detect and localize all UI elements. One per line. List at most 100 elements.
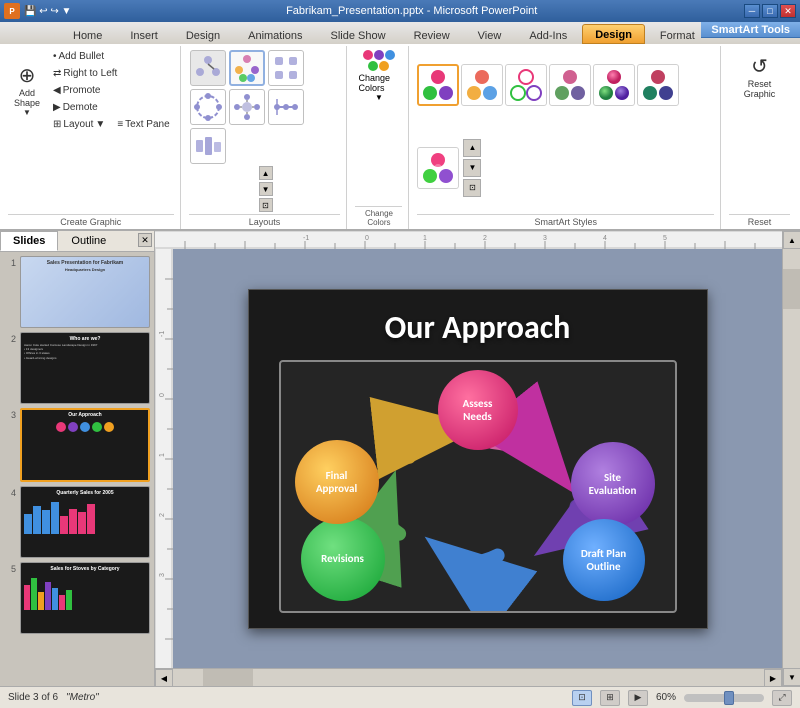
slides-tab[interactable]: Slides xyxy=(0,231,58,251)
outline-tab[interactable]: Outline xyxy=(58,231,119,251)
tab-insert[interactable]: Insert xyxy=(117,24,171,44)
layouts-content: ▲ ▼ ⊡ xyxy=(189,48,341,212)
node-final-approval[interactable]: FinalApproval xyxy=(295,440,379,524)
style-item-1[interactable] xyxy=(417,64,459,106)
node-revisions[interactable]: Revisions xyxy=(301,517,385,601)
scroll-down-button[interactable]: ▼ xyxy=(783,668,800,686)
normal-view-button[interactable]: ⊡ xyxy=(572,690,592,706)
smartart-styles-content: ▲ ▼ ⊡ xyxy=(417,48,713,212)
slides-list[interactable]: 1 Sales Presentation for Fabrikam Headqu… xyxy=(0,252,154,686)
slide-thumb-4[interactable]: Quarterly Sales for 2005 xyxy=(20,486,150,558)
layout-icon-1[interactable] xyxy=(190,50,226,86)
layout-button[interactable]: ⊞ Layout ▼ xyxy=(48,116,110,132)
style-item-3[interactable] xyxy=(505,64,547,106)
fit-slide-button[interactable]: ⤢ xyxy=(772,690,792,706)
tab-design-smartart[interactable]: Design xyxy=(582,24,645,44)
change-colors-label: ChangeColors xyxy=(355,206,402,227)
scroll-thumb-v[interactable] xyxy=(783,269,800,309)
zoom-slider[interactable] xyxy=(684,694,764,702)
layouts-label: Layouts xyxy=(189,214,341,227)
promote-button[interactable]: ◀ Promote xyxy=(48,82,175,98)
smartart-styles-label: SmartArt Styles xyxy=(417,214,713,227)
slides-panel: Slides Outline ✕ 1 Sales Presentation fo… xyxy=(0,231,155,686)
slide-canvas[interactable]: Our Approach xyxy=(248,289,708,629)
layout-icon-7[interactable] xyxy=(190,128,226,164)
change-colors-group: Change Colors ▼ ChangeColors xyxy=(351,46,409,229)
panel-close-button[interactable]: ✕ xyxy=(138,233,152,247)
smartart-styles-group: ▲ ▼ ⊡ SmartArt Styles xyxy=(413,46,720,229)
svg-text:-1: -1 xyxy=(303,235,309,242)
change-colors-button[interactable]: Change Colors ▼ xyxy=(355,48,402,104)
styles-scroll-down[interactable]: ▼ xyxy=(463,159,481,177)
slide-number-4: 4 xyxy=(4,488,16,498)
styles-expand[interactable]: ⊡ xyxy=(463,179,481,197)
tab-slideshow[interactable]: Slide Show xyxy=(318,24,399,44)
tab-home[interactable]: Home xyxy=(60,24,115,44)
slide-item-2[interactable]: 2 Who are we? Aaron Cole started Contoso… xyxy=(4,332,150,404)
demote-button[interactable]: ▶ Demote xyxy=(48,99,175,115)
scroll-thumb-h[interactable] xyxy=(203,669,253,686)
scroll-left-button[interactable]: ◀ xyxy=(155,669,173,686)
maximize-button[interactable]: □ xyxy=(762,4,778,18)
slideshow-button[interactable]: ▶ xyxy=(628,690,648,706)
tab-format[interactable]: Format xyxy=(647,24,708,44)
slide-item-4[interactable]: 4 Quarterly Sales for 2005 xyxy=(4,486,150,558)
slide-item-5[interactable]: 5 Sales for Stoves by Category xyxy=(4,562,150,634)
slide-number-1: 1 xyxy=(4,258,16,268)
svg-text:1: 1 xyxy=(159,453,166,457)
slide-thumb-5[interactable]: Sales for Stoves by Category xyxy=(20,562,150,634)
layout-icon-6[interactable] xyxy=(268,89,304,125)
tab-animations[interactable]: Animations xyxy=(235,24,315,44)
layout-icon-3[interactable] xyxy=(268,50,304,86)
style-item-6[interactable] xyxy=(637,64,679,106)
horizontal-scrollbar[interactable]: ◀ ▶ xyxy=(155,668,782,686)
node-draft-plan[interactable]: Draft PlanOutline xyxy=(563,519,645,601)
slide-sorter-button[interactable]: ⊞ xyxy=(600,690,620,706)
scroll-up-button[interactable]: ▲ xyxy=(783,231,800,249)
style-item-4[interactable] xyxy=(549,64,591,106)
reset-graphic-button[interactable]: ↺ Reset Graphic xyxy=(729,48,790,104)
style-item-7[interactable] xyxy=(417,147,459,189)
svg-text:0: 0 xyxy=(159,393,166,397)
slide-thumb-3[interactable]: Our Approach xyxy=(20,408,150,482)
canvas-area[interactable]: -1 0 1 2 3 4 5 xyxy=(155,231,800,686)
vertical-scrollbar[interactable]: ▲ ▼ xyxy=(782,231,800,686)
node-site-evaluation[interactable]: SiteEvaluation xyxy=(571,442,655,526)
style-item-5[interactable] xyxy=(593,64,635,106)
text-pane-button[interactable]: ≡ Text Pane xyxy=(112,116,174,132)
tab-view[interactable]: View xyxy=(465,24,515,44)
layouts-scroll-down[interactable]: ▼ xyxy=(259,182,273,196)
reset-group: ↺ Reset Graphic Reset xyxy=(725,46,796,229)
right-to-left-button[interactable]: ⇄ Right to Left xyxy=(48,65,175,81)
tab-design-pres[interactable]: Design xyxy=(173,24,233,44)
slide-number-2: 2 xyxy=(4,334,16,344)
main-area: Slides Outline ✕ 1 Sales Presentation fo… xyxy=(0,231,800,686)
zoom-thumb[interactable] xyxy=(724,691,734,705)
add-shape-button[interactable]: ⊕ Add Shape ▼ xyxy=(8,66,46,114)
layout-icon-4[interactable] xyxy=(190,89,226,125)
slide-item-1[interactable]: 1 Sales Presentation for Fabrikam Headqu… xyxy=(4,256,150,328)
layouts-expand[interactable]: ⊡ xyxy=(259,198,273,212)
window-controls[interactable]: ─ □ ✕ xyxy=(744,4,796,18)
style-item-2[interactable] xyxy=(461,64,503,106)
minimize-button[interactable]: ─ xyxy=(744,4,760,18)
scroll-right-button[interactable]: ▶ xyxy=(764,669,782,686)
slide-thumb-1[interactable]: Sales Presentation for Fabrikam Headquar… xyxy=(20,256,150,328)
smartart-container[interactable]: AssessNeeds SiteEvaluation Draft PlanOut… xyxy=(279,360,677,613)
layout-icon-5[interactable] xyxy=(229,89,265,125)
node-assess-needs[interactable]: AssessNeeds xyxy=(438,370,518,450)
slide-item-3[interactable]: 3 Our Approach xyxy=(4,408,150,482)
tab-addins[interactable]: Add-Ins xyxy=(516,24,580,44)
styles-scroll-up[interactable]: ▲ xyxy=(463,139,481,157)
slide-thumb-2[interactable]: Who are we? Aaron Cole started Contoso L… xyxy=(20,332,150,404)
slide-number-3: 3 xyxy=(4,410,16,420)
close-button[interactable]: ✕ xyxy=(780,4,796,18)
change-colors-content: Change Colors ▼ xyxy=(355,48,402,204)
smartart-tools-label: SmartArt Tools xyxy=(701,22,800,38)
svg-text:5: 5 xyxy=(663,235,667,242)
layout-icon-2[interactable] xyxy=(229,50,265,86)
add-bullet-button[interactable]: • Add Bullet xyxy=(48,48,175,64)
layouts-scroll-up[interactable]: ▲ xyxy=(259,166,273,180)
tab-review[interactable]: Review xyxy=(401,24,463,44)
slide-count: Slide 3 of 6 xyxy=(8,692,58,703)
